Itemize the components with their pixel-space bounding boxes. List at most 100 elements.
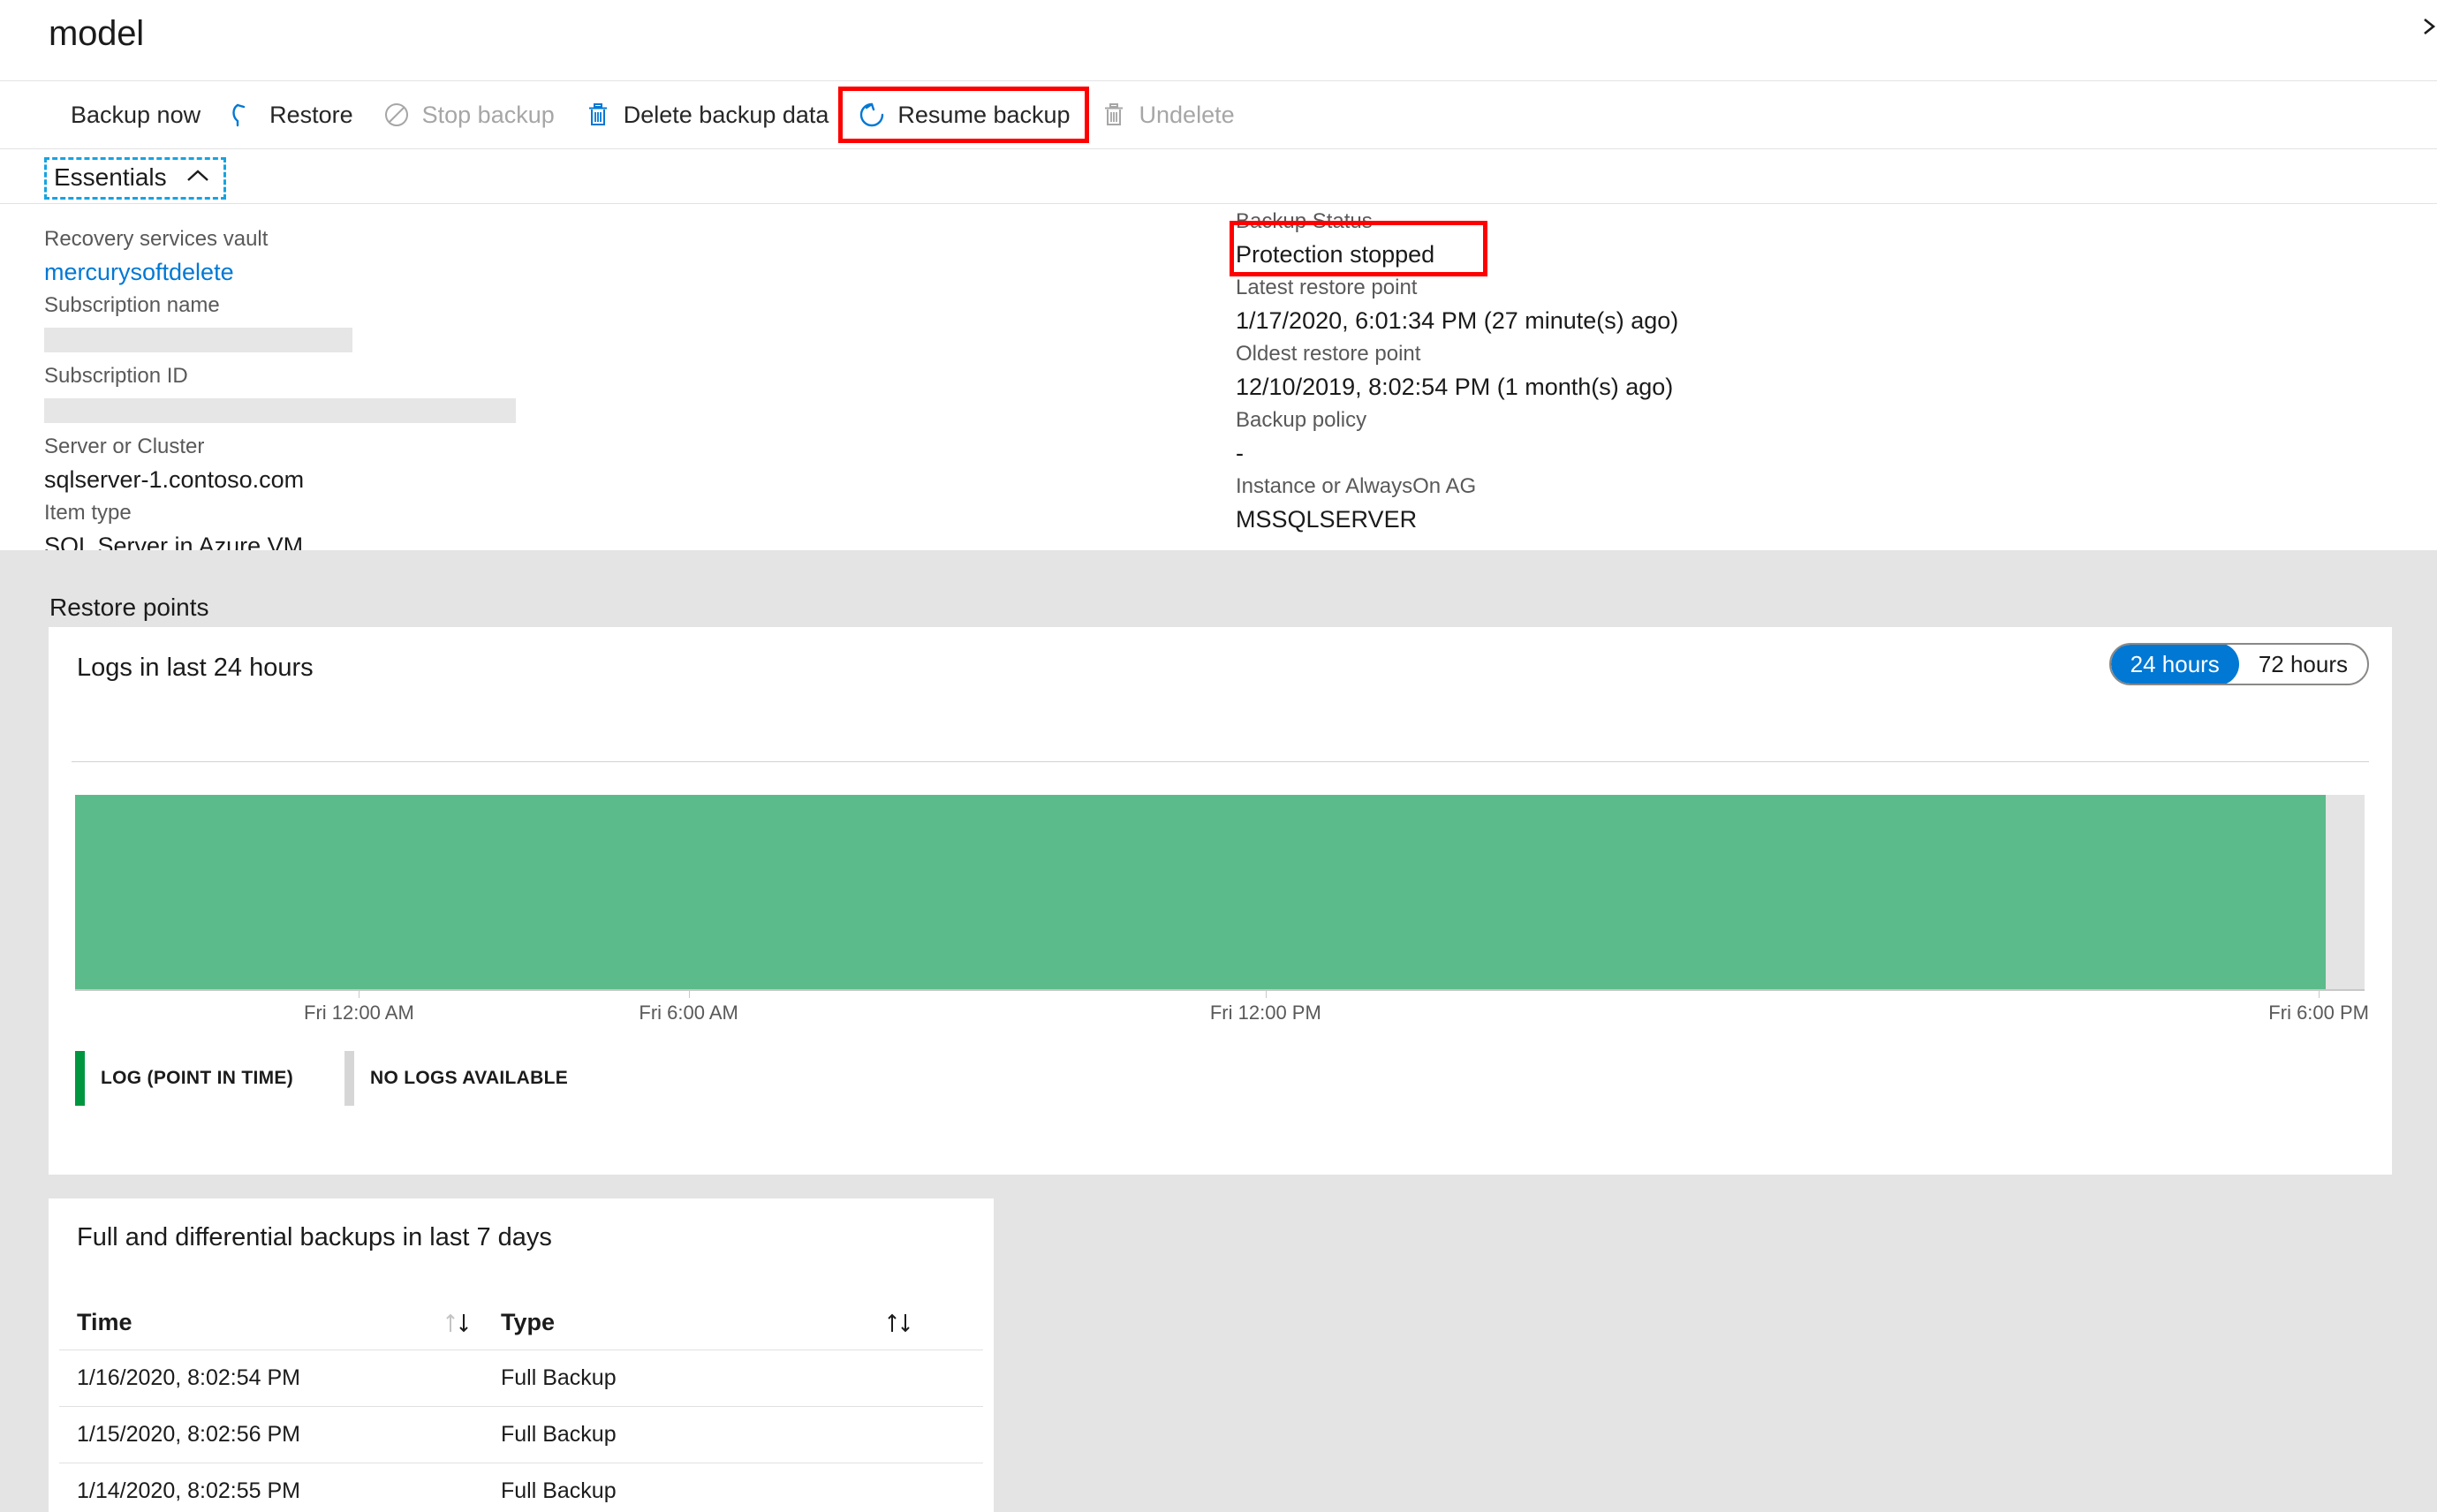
sort-arrows-icon[interactable]: [882, 1309, 918, 1337]
undelete-button: Undelete: [1085, 91, 1249, 139]
cell-type: Full Backup: [501, 1478, 942, 1504]
essentials-left-column: Recovery services vault mercurysoftdelet…: [44, 223, 1148, 563]
backup-status-value: Protection stopped: [1236, 241, 1435, 268]
legend-item-no-logs: NO LOGS AVAILABLE: [344, 1051, 568, 1106]
stop-prohibited-icon: [382, 100, 412, 130]
resume-backup-button[interactable]: Resume backup: [838, 87, 1089, 143]
undelete-label: Undelete: [1139, 101, 1235, 128]
column-header-type-label: Type: [501, 1309, 556, 1335]
table-row[interactable]: 1/16/2020, 8:02:54 PM Full Backup: [59, 1350, 983, 1407]
cell-type-label: Full Backup: [501, 1422, 617, 1447]
table-row[interactable]: 1/15/2020, 8:02:56 PM Full Backup: [59, 1407, 983, 1463]
backups-table-card: Full and differential backups in last 7 …: [49, 1198, 994, 1512]
chart-x-tick-label: Fri 6:00 PM: [2268, 1002, 2370, 1024]
prop-label-subscription-id: Subscription ID: [44, 364, 188, 388]
column-header-time[interactable]: Time: [59, 1309, 501, 1337]
essentials-label: Essentials: [54, 163, 167, 191]
essentials-toggle[interactable]: Essentials: [44, 157, 226, 200]
legend-swatch-no-logs: [344, 1051, 354, 1106]
cell-time: 1/14/2020, 8:02:55 PM: [59, 1478, 501, 1504]
cell-time-label: 1/15/2020, 8:02:56 PM: [77, 1422, 300, 1447]
prop-label-backup-policy: Backup policy: [1236, 408, 1367, 432]
prop-label-item-type: Item type: [44, 501, 132, 525]
chart-x-tick-label: Fri 12:00 AM: [304, 1002, 414, 1024]
prop-label-server-or-cluster: Server or Cluster: [44, 435, 205, 458]
page-title: model: [49, 14, 144, 53]
blade-root: model Backup now Restore Stop backup Del…: [0, 0, 2437, 1512]
oldest-restore-point-value: 12/10/2019, 8:02:54 PM (1 month(s) ago): [1236, 374, 1674, 400]
restore-points-section-title: Restore points: [49, 593, 209, 621]
cell-time-label: 1/16/2020, 8:02:54 PM: [77, 1365, 300, 1390]
restore-undo-icon: [229, 100, 259, 130]
chart-divider: [72, 761, 2369, 762]
backup-policy-value: -: [1236, 440, 1244, 466]
command-toolbar: Backup now Restore Stop backup Delete ba…: [0, 81, 2437, 149]
table-row[interactable]: 1/14/2020, 8:02:55 PM Full Backup: [59, 1463, 983, 1512]
logs-chart-card: Logs in last 24 hours 24 hours 72 hours …: [49, 627, 2392, 1175]
recovery-services-vault-link[interactable]: mercurysoftdelete: [44, 255, 1148, 289]
prop-label-instance-or-ag: Instance or AlwaysOn AG: [1236, 474, 1477, 498]
cell-time-label: 1/14/2020, 8:02:55 PM: [77, 1478, 300, 1503]
instance-or-ag-value: MSSQLSERVER: [1236, 506, 1418, 533]
legend-label-no-logs: NO LOGS AVAILABLE: [370, 1068, 569, 1088]
legend-label-log: LOG (POINT IN TIME): [101, 1068, 294, 1088]
prop-label-vault: Recovery services vault: [44, 227, 269, 251]
logs-chart-title: Logs in last 24 hours: [77, 654, 314, 682]
range-option-72-hours[interactable]: 72 hours: [2239, 645, 2367, 684]
stop-backup-button: Stop backup: [367, 91, 569, 139]
essentials-bar: [0, 149, 2437, 204]
chart-x-tick: [2319, 989, 2320, 998]
essentials-right-column: Backup Status Protection stopped Latest …: [1236, 205, 2340, 536]
sort-arrows-icon[interactable]: [441, 1309, 476, 1337]
backups-table: Time Type 1/16/2020, 8:02:54 PM Full Bac…: [59, 1296, 983, 1512]
restore-button[interactable]: Restore: [215, 91, 367, 139]
prop-label-oldest-restore-point: Oldest restore point: [1236, 342, 1421, 366]
restore-label: Restore: [269, 101, 353, 128]
content-area: Restore points Logs in last 24 hours 24 …: [0, 550, 2437, 1512]
trash-icon: [1099, 100, 1129, 130]
delete-backup-data-button[interactable]: Delete backup data: [569, 91, 844, 139]
time-range-toggle: 24 hours 72 hours: [2108, 643, 2369, 685]
log-point-in-time-segment: [75, 795, 2326, 989]
cell-type-label: Full Backup: [501, 1478, 617, 1503]
backup-now-button[interactable]: Backup now: [57, 91, 215, 139]
cell-type: Full Backup: [501, 1365, 942, 1391]
stop-backup-label: Stop backup: [421, 101, 555, 128]
cell-type: Full Backup: [501, 1422, 942, 1448]
backups-table-title: Full and differential backups in last 7 …: [77, 1223, 552, 1251]
cell-time: 1/16/2020, 8:02:54 PM: [59, 1365, 501, 1391]
column-header-type[interactable]: Type: [501, 1309, 942, 1337]
backup-now-label: Backup now: [71, 101, 201, 128]
server-or-cluster-value: sqlserver-1.contoso.com: [44, 466, 305, 493]
resume-backup-label: Resume backup: [897, 101, 1071, 128]
delete-backup-data-label: Delete backup data: [623, 101, 829, 128]
cell-time: 1/15/2020, 8:02:56 PM: [59, 1422, 501, 1448]
chart-x-tick: [688, 989, 690, 998]
chart-x-tick: [1265, 989, 1267, 998]
essentials-body: Recovery services vault mercurysoftdelet…: [0, 205, 2437, 559]
blade-header: model: [0, 0, 2437, 81]
prop-label-subscription-name: Subscription name: [44, 293, 220, 317]
column-header-time-label: Time: [77, 1309, 132, 1335]
chart-x-tick-label: Fri 6:00 AM: [639, 1002, 738, 1024]
logs-timeline-plot[interactable]: [75, 795, 2365, 989]
range-option-24-hours[interactable]: 24 hours: [2110, 645, 2239, 684]
resume-refresh-icon: [857, 100, 887, 130]
close-icon[interactable]: [2402, 9, 2437, 44]
table-body: 1/16/2020, 8:02:54 PM Full Backup 1/15/202…: [59, 1350, 983, 1512]
chart-x-axis: [75, 989, 2365, 991]
chart-x-tick-label: Fri 12:00 PM: [1209, 1002, 1321, 1024]
trash-icon: [583, 100, 613, 130]
no-logs-available-segment: [2325, 795, 2365, 989]
subscription-id-redacted-value: [44, 398, 516, 423]
subscription-name-redacted-value: [44, 328, 352, 352]
latest-restore-point-value: 1/17/2020, 6:01:34 PM (27 minute(s) ago): [1236, 307, 1679, 334]
legend-swatch-log: [75, 1051, 85, 1106]
cell-type-label: Full Backup: [501, 1365, 617, 1390]
legend-item-log: LOG (POINT IN TIME): [75, 1051, 344, 1106]
prop-label-latest-restore-point: Latest restore point: [1236, 276, 1418, 299]
chart-legend: LOG (POINT IN TIME) NO LOGS AVAILABLE: [75, 1051, 568, 1106]
chevron-up-icon: [183, 166, 213, 190]
prop-label-backup-status: Backup Status: [1236, 209, 1373, 233]
table-header-row: Time Type: [59, 1296, 983, 1350]
